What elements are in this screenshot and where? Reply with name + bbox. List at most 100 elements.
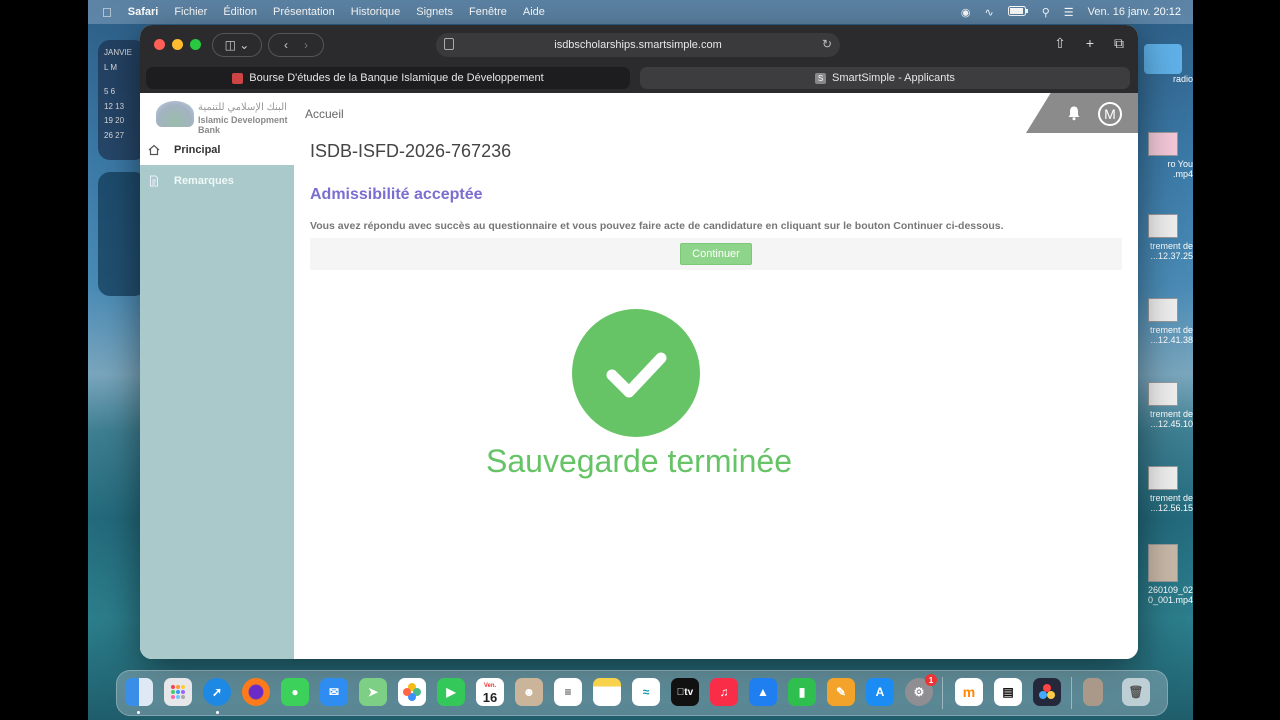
menu-historique[interactable]: Historique — [351, 6, 401, 18]
minimize-window-button[interactable] — [172, 39, 183, 50]
app-menu[interactable]: Safari — [128, 6, 159, 18]
dock-separator — [1071, 677, 1072, 709]
desktop-file-label: trement de ...12.56.15 — [1149, 493, 1193, 513]
sidebar-item-remarques[interactable]: Remarques — [140, 166, 294, 196]
desktop-file-label: trement de ...12.45.10 — [1149, 409, 1193, 429]
zoom-window-button[interactable] — [190, 39, 201, 50]
menu-bar:  Safari Fichier Édition Présentation Hi… — [88, 0, 1193, 24]
desktop-file[interactable]: trement de ...12.41.38 — [1133, 298, 1193, 345]
contacts-icon[interactable]: ☻ — [515, 678, 543, 706]
folder-icon — [1144, 44, 1182, 74]
continue-button[interactable]: Continuer — [680, 243, 752, 265]
calendar-widget-row: 26 27 — [104, 130, 125, 140]
notes-icon[interactable] — [593, 678, 621, 706]
breadcrumb[interactable]: Accueil — [305, 107, 344, 121]
tab-overview-icon[interactable]: ⧉ — [1114, 35, 1124, 52]
notification-badge: 1 — [925, 674, 937, 686]
desktop-file[interactable]: trement de ...12.56.15 — [1133, 466, 1193, 513]
desktop-files: radio ro You .mp4 trement de ...12.37.25… — [1133, 40, 1193, 640]
desktop-widget[interactable] — [98, 172, 146, 296]
menu-edition[interactable]: Édition — [223, 6, 257, 18]
battery-icon[interactable] — [1007, 5, 1028, 19]
toolbar-actions: ⇧ + ⧉ — [1054, 35, 1124, 52]
back-icon[interactable]: ‹ — [284, 38, 288, 52]
close-window-button[interactable] — [154, 39, 165, 50]
maps-icon[interactable]: ➤ — [359, 678, 387, 706]
sidebar-item-label: Remarques — [174, 175, 234, 187]
calendar-widget-row: 19 20 — [104, 116, 125, 125]
reload-icon[interactable]: ↻ — [822, 37, 832, 51]
new-tab-icon[interactable]: + — [1086, 35, 1094, 52]
spotlight-icon[interactable]: ⚲ — [1042, 6, 1050, 19]
clock[interactable]: Ven. 16 janv. 20:12 — [1088, 6, 1181, 18]
video-thumb-icon[interactable] — [1083, 678, 1103, 706]
tv-icon[interactable]: tv — [671, 678, 699, 706]
trash-icon[interactable]: 🗑 — [1122, 678, 1150, 706]
desktop-file[interactable]: trement de ...12.37.25 — [1133, 214, 1193, 261]
browser-tab[interactable]: Bourse D'études de la Banque Islamique d… — [146, 67, 630, 89]
messages-icon[interactable]: ● — [281, 678, 309, 706]
safari-icon[interactable]: ➚ — [203, 678, 231, 706]
share-icon[interactable]: ⇧ — [1054, 35, 1066, 52]
numbers-icon[interactable]: ▮ — [788, 678, 816, 706]
calendar-day: 16 — [482, 690, 498, 705]
window-controls — [154, 39, 201, 50]
apple-menu-icon[interactable]:  — [102, 5, 112, 20]
address-bar[interactable]: isdbscholarships.smartsimple.com ↻ — [436, 33, 840, 57]
action-row: Continuer — [310, 238, 1122, 270]
menu-fenetre[interactable]: Fenêtre — [469, 6, 507, 18]
menu-fichier[interactable]: Fichier — [174, 6, 207, 18]
clapper-icon[interactable]: ▤ — [994, 678, 1022, 706]
pages-icon[interactable]: ✎ — [827, 678, 855, 706]
system-settings-icon[interactable]: ⚙ 1 — [905, 674, 937, 706]
sidebar-toggle-button[interactable]: ◫ ⌄ — [212, 33, 262, 57]
calendar-widget[interactable]: JANVIE L M 5 6 12 13 19 20 26 27 — [98, 40, 146, 160]
browser-tab-active[interactable]: S SmartSimple - Applicants — [640, 67, 1130, 89]
sidebar-icon: ◫ ⌄ — [224, 38, 250, 52]
wifi-icon[interactable]: ∿ — [984, 6, 993, 19]
mail-icon[interactable]: ✉ — [320, 678, 348, 706]
calendar-widget-row: 12 13 — [104, 101, 125, 111]
avatar[interactable]: M — [1098, 102, 1122, 126]
desktop-file-label: trement de ...12.37.25 — [1149, 241, 1193, 261]
sidebar-item-principal[interactable]: Principal — [140, 135, 294, 165]
page-menu-icon[interactable] — [444, 38, 454, 50]
forward-icon[interactable]: › — [304, 38, 308, 52]
web-page: البنك الإسلامي للتنمية Islamic Developme… — [140, 93, 1138, 659]
favicon-icon: S — [815, 72, 827, 84]
dock-separator — [942, 677, 943, 709]
globe-logo-icon — [156, 101, 194, 127]
davinci-icon[interactable] — [1033, 678, 1061, 706]
launchpad-icon[interactable] — [164, 678, 192, 706]
desktop-file[interactable]: ro You .mp4 — [1133, 132, 1193, 179]
freeform-icon[interactable]: ≈ — [632, 678, 660, 706]
firefox-icon[interactable] — [242, 678, 270, 706]
safari-window: ◫ ⌄ ‹ › isdbscholarships.smartsimple.com… — [140, 25, 1138, 659]
logo[interactable]: البنك الإسلامي للتنمية Islamic Developme… — [140, 93, 294, 135]
record-icon[interactable]: ◉ — [961, 6, 971, 19]
keynote-icon[interactable]: ▲ — [749, 678, 777, 706]
photos-icon[interactable] — [398, 678, 426, 706]
file-thumbnail-icon — [1148, 466, 1178, 490]
desktop-file[interactable]: trement de ...12.45.10 — [1133, 382, 1193, 429]
success-message: Sauvegarde terminée — [486, 443, 792, 479]
file-thumbnail-icon — [1148, 214, 1178, 238]
music-icon[interactable]: ♫ — [710, 678, 738, 706]
desktop-file[interactable]: 260109_02 0_001.mp4 — [1133, 544, 1193, 605]
file-thumbnail-icon — [1148, 132, 1178, 156]
url-text: isdbscholarships.smartsimple.com — [554, 39, 722, 51]
sidebar: البنك الإسلامي للتنمية Islamic Developme… — [140, 93, 294, 659]
menu-signets[interactable]: Signets — [416, 6, 453, 18]
calendar-icon[interactable]: Ven. 16 — [476, 678, 504, 706]
menu-presentation[interactable]: Présentation — [273, 6, 335, 18]
menu-aide[interactable]: Aide — [523, 6, 545, 18]
moodle-icon[interactable]: m — [955, 678, 983, 706]
reminders-icon[interactable]: ≡ — [554, 678, 582, 706]
finder-icon[interactable] — [125, 678, 153, 706]
running-indicator — [216, 711, 219, 714]
app-store-icon[interactable]: A — [866, 678, 894, 706]
facetime-icon[interactable]: ▶ — [437, 678, 465, 706]
desktop-file[interactable]: radio — [1133, 44, 1193, 84]
control-center-icon[interactable]: ☰ — [1064, 6, 1074, 19]
bell-icon[interactable] — [1066, 105, 1082, 121]
